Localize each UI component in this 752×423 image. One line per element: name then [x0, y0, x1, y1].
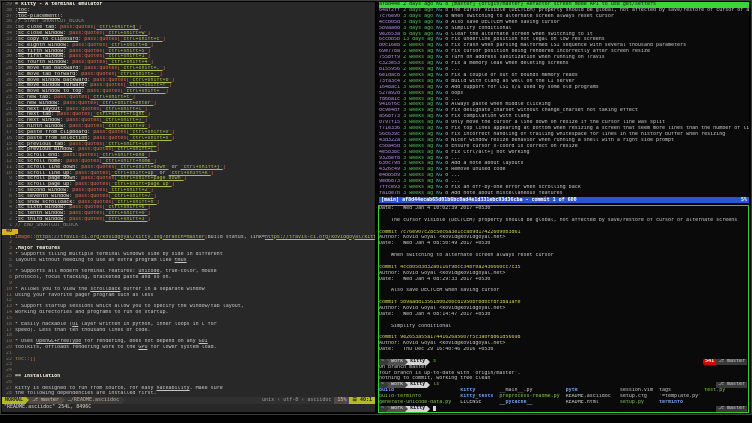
typed-command[interactable]: ls [433, 382, 439, 387]
typed-command[interactable]: s [433, 359, 436, 364]
kitty-terminal-window: 39= kitty - A terminal emulator38:toc:37… [0, 0, 752, 423]
prompt-path-segment: ~ [379, 406, 386, 412]
editor-buffer: 39= kitty - A terminal emulator38:toc:37… [2, 2, 375, 397]
vim-mode-indicator: NORMAL [2, 397, 26, 404]
cursor-position: ☰ 40:1 [349, 397, 375, 404]
shell-terminal-pane[interactable]: Date: Wed Jan 4 10:02:39 2017 +0530 The … [378, 205, 749, 413]
prompt-path-segment: work [389, 406, 405, 412]
vim-statusline: NORMAL ⎇ master …/README.asciidoc unix ‹… [2, 397, 375, 404]
editor-line[interactable]: 1image::https://travis-ci.org/kovidgoyal… [2, 235, 375, 241]
git-branch-indicator: ⎇ master [716, 406, 747, 412]
shell-scrollback: Date: Wed Jan 4 10:02:39 2017 +0530 The … [379, 206, 748, 412]
powerline-arrow-icon [122, 397, 125, 403]
scroll-percent: 15% [334, 397, 349, 404]
text-cursor [15, 229, 18, 234]
git-branch-indicator: ⎇ master [29, 397, 62, 404]
right-prompt: ⎇ master [716, 406, 747, 412]
tig-scroll-percent: 5% [741, 197, 747, 203]
shell-prompt-line[interactable]: ~workkitty ⎇ master [379, 406, 748, 412]
tig-commit-list: af8d44e 2 days ago KG o [master] {origin… [379, 2, 749, 197]
tig-statusbar: [main] af8d44ecab65d01b6bc8ad4e1d331ebc9… [379, 197, 749, 203]
tig-log-pane[interactable]: af8d44e 2 days ago KG o [master] {origin… [379, 2, 749, 204]
file-encoding-info: unix ‹ utf-8 ‹ asciidoc [259, 397, 334, 404]
vim-editor-pane[interactable]: 39= kitty - A terminal emulator38:toc:37… [2, 2, 375, 412]
current-file-path: …/README.asciidoc [65, 397, 122, 404]
tig-status-text: [main] af8d44ecab65d01b6bc8ad4e1d331ebc9… [381, 197, 577, 203]
vim-command-line[interactable]: "README.asciidoc" 254L, 8496C [2, 404, 375, 410]
prompt-path-segment: kitty [408, 406, 427, 412]
terminal-cursor [433, 406, 436, 411]
